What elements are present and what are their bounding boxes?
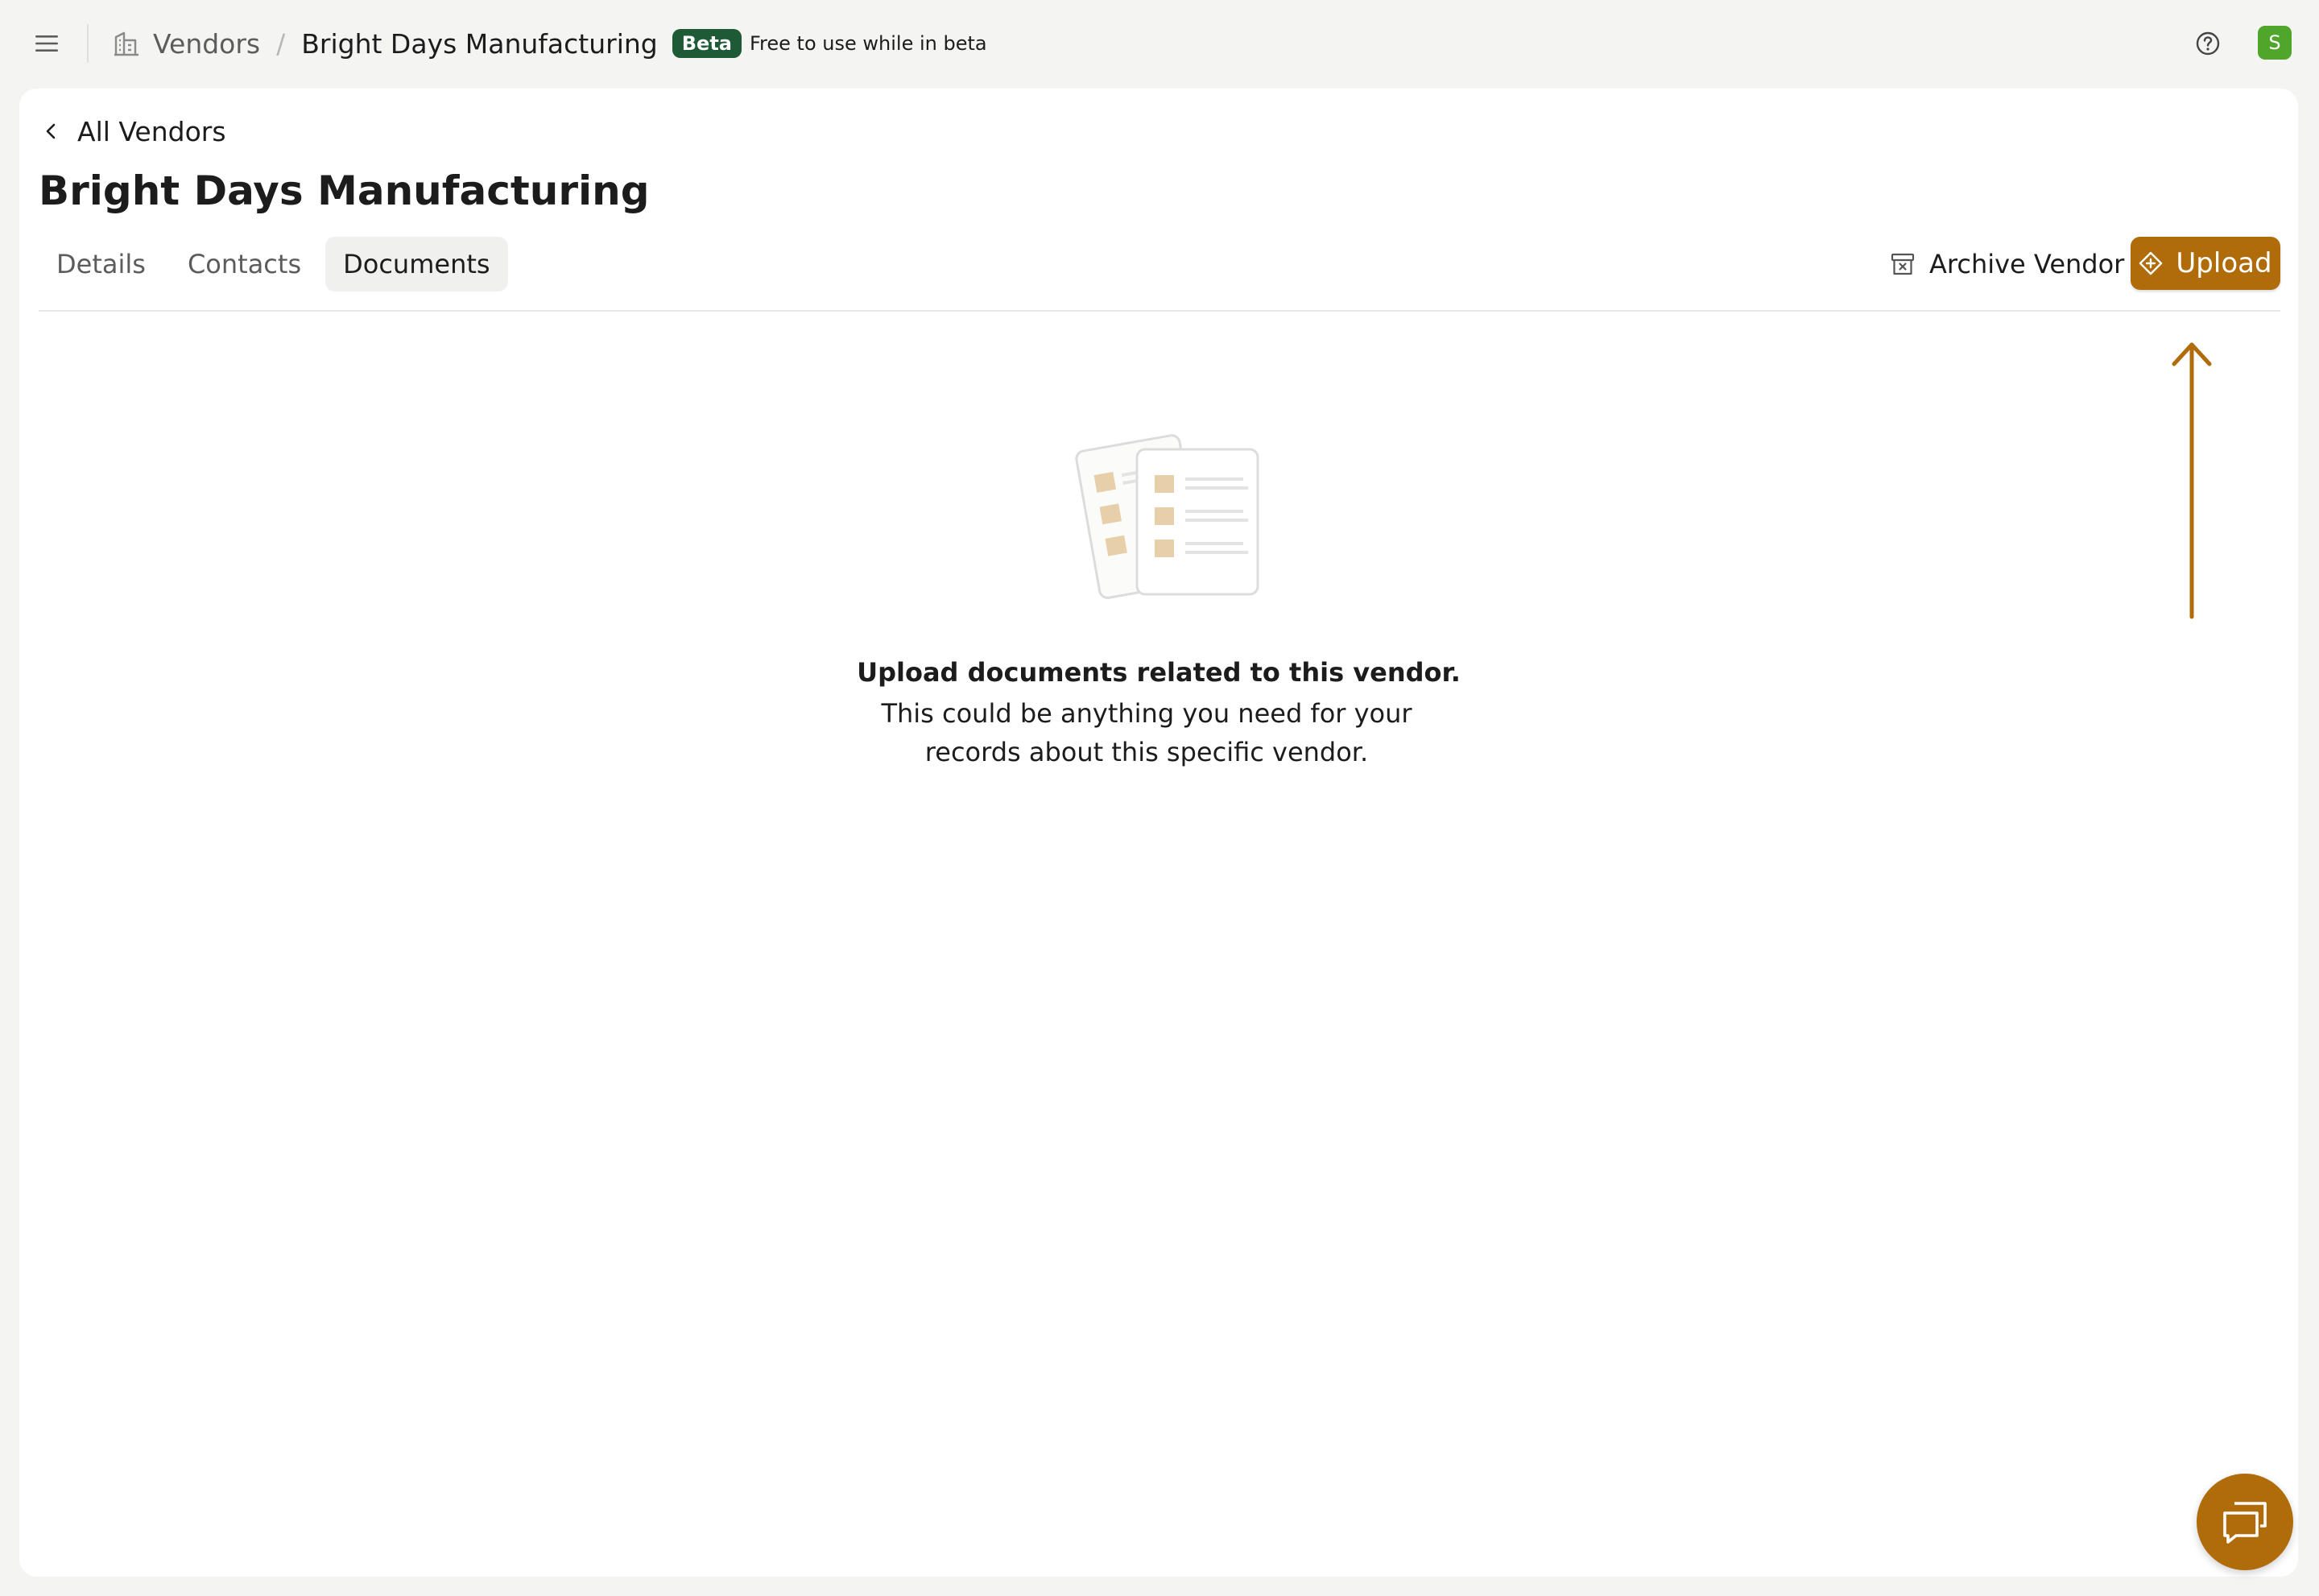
building-icon — [113, 29, 142, 58]
tab-details[interactable]: Details — [39, 237, 163, 291]
chat-bubbles-icon — [2223, 1502, 2267, 1544]
tab-documents[interactable]: Documents — [325, 237, 508, 291]
chat-support-button[interactable] — [2197, 1474, 2293, 1570]
top-bar: Vendors / Bright Days Manufacturing Beta… — [0, 0, 2319, 87]
menu-icon[interactable] — [31, 27, 63, 60]
breadcrumb-current: Bright Days Manufacturing — [301, 27, 658, 60]
archive-vendor-label: Archive Vendor — [1929, 249, 2125, 279]
archive-box-icon — [1891, 250, 1918, 278]
page-title: Bright Days Manufacturing — [39, 167, 650, 214]
back-link-label: All Vendors — [77, 115, 226, 147]
upload-label: Upload — [2176, 247, 2272, 279]
tabs-divider — [39, 310, 2280, 312]
help-icon[interactable] — [2192, 27, 2224, 60]
topbar-divider — [87, 24, 89, 63]
upload-button[interactable]: Upload — [2131, 237, 2280, 290]
tab-bar: Details Contacts Documents — [39, 236, 508, 292]
empty-state-description: This could be anything you need for your… — [881, 698, 1412, 767]
avatar[interactable]: S — [2258, 26, 2292, 60]
breadcrumb-vendors-link[interactable]: Vendors — [153, 28, 260, 60]
main-panel: All Vendors Bright Days Manufacturing De… — [19, 89, 2298, 1577]
beta-note: Free to use while in beta — [750, 32, 987, 55]
back-to-all-vendors-link[interactable]: All Vendors — [39, 111, 226, 151]
documents-illustration-icon — [1075, 434, 1259, 599]
chevron-left-icon — [39, 119, 63, 143]
arrow-up-annotation — [2172, 342, 2212, 619]
empty-state-heading: Upload documents related to this vendor. — [857, 657, 1461, 688]
archive-vendor-button[interactable]: Archive Vendor — [1879, 238, 2135, 290]
tab-contacts[interactable]: Contacts — [170, 237, 319, 291]
beta-badge: Beta — [672, 29, 742, 58]
plus-diamond-icon — [2139, 250, 2166, 277]
breadcrumb: Vendors / Bright Days Manufacturing Beta… — [113, 21, 987, 66]
breadcrumb-separator: / — [276, 27, 286, 60]
